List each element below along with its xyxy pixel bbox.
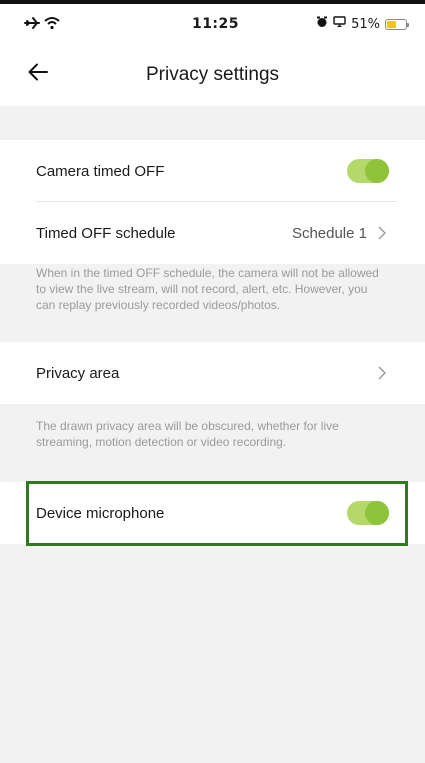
status-time: 11:25 [191,16,240,32]
page-title: Privacy settings [145,64,280,85]
battery-cap [407,22,409,27]
privacy-area-card: Privacy area [0,342,425,404]
privacy-area-row[interactable]: Privacy area [0,342,425,404]
battery-fill [387,20,397,28]
back-arrow-icon [28,63,48,85]
status-bar: 11:25 51% [0,4,425,44]
privacy-area-note: The drawn privacy area will be obscured,… [36,419,339,449]
privacy-settings-screen: 11:25 51% Privacy settings Camera timed … [0,0,425,763]
battery-percent: 51% [351,16,380,32]
timed-off-schedule-value: Schedule 1 [291,224,367,242]
schedule-card: Camera timed OFF Timed OFF schedule Sche… [0,140,425,264]
battery-icon [385,18,409,30]
toggle-knob [365,159,389,183]
privacy-area-label: Privacy area [36,364,120,382]
device-microphone-toggle[interactable] [347,501,389,525]
section-spacer [0,106,425,140]
alarm-icon [316,16,328,32]
chevron-right-icon [375,226,389,240]
chevron-right-icon [375,366,389,380]
camera-timed-off-toggle[interactable] [347,159,389,183]
status-left [24,15,144,34]
device-microphone-label: Device microphone [36,504,165,522]
toggle-knob [365,501,389,525]
timed-off-schedule-row[interactable]: Timed OFF schedule Schedule 1 [0,202,425,264]
device-microphone-row: Device microphone [0,482,425,544]
status-right: 51% [287,16,409,32]
camera-timed-off-label: Camera timed OFF [36,162,165,180]
timed-off-schedule-label: Timed OFF schedule [36,224,176,242]
wifi-icon [44,15,60,34]
screen-mirror-icon [333,16,346,32]
camera-timed-off-row: Camera timed OFF [0,140,425,202]
schedule-note: When in the timed OFF schedule, the came… [36,266,379,312]
nav-bar: Privacy settings [0,44,425,106]
microphone-card: Device microphone [0,482,425,544]
back-button[interactable] [22,58,54,90]
airplane-icon [24,15,40,34]
